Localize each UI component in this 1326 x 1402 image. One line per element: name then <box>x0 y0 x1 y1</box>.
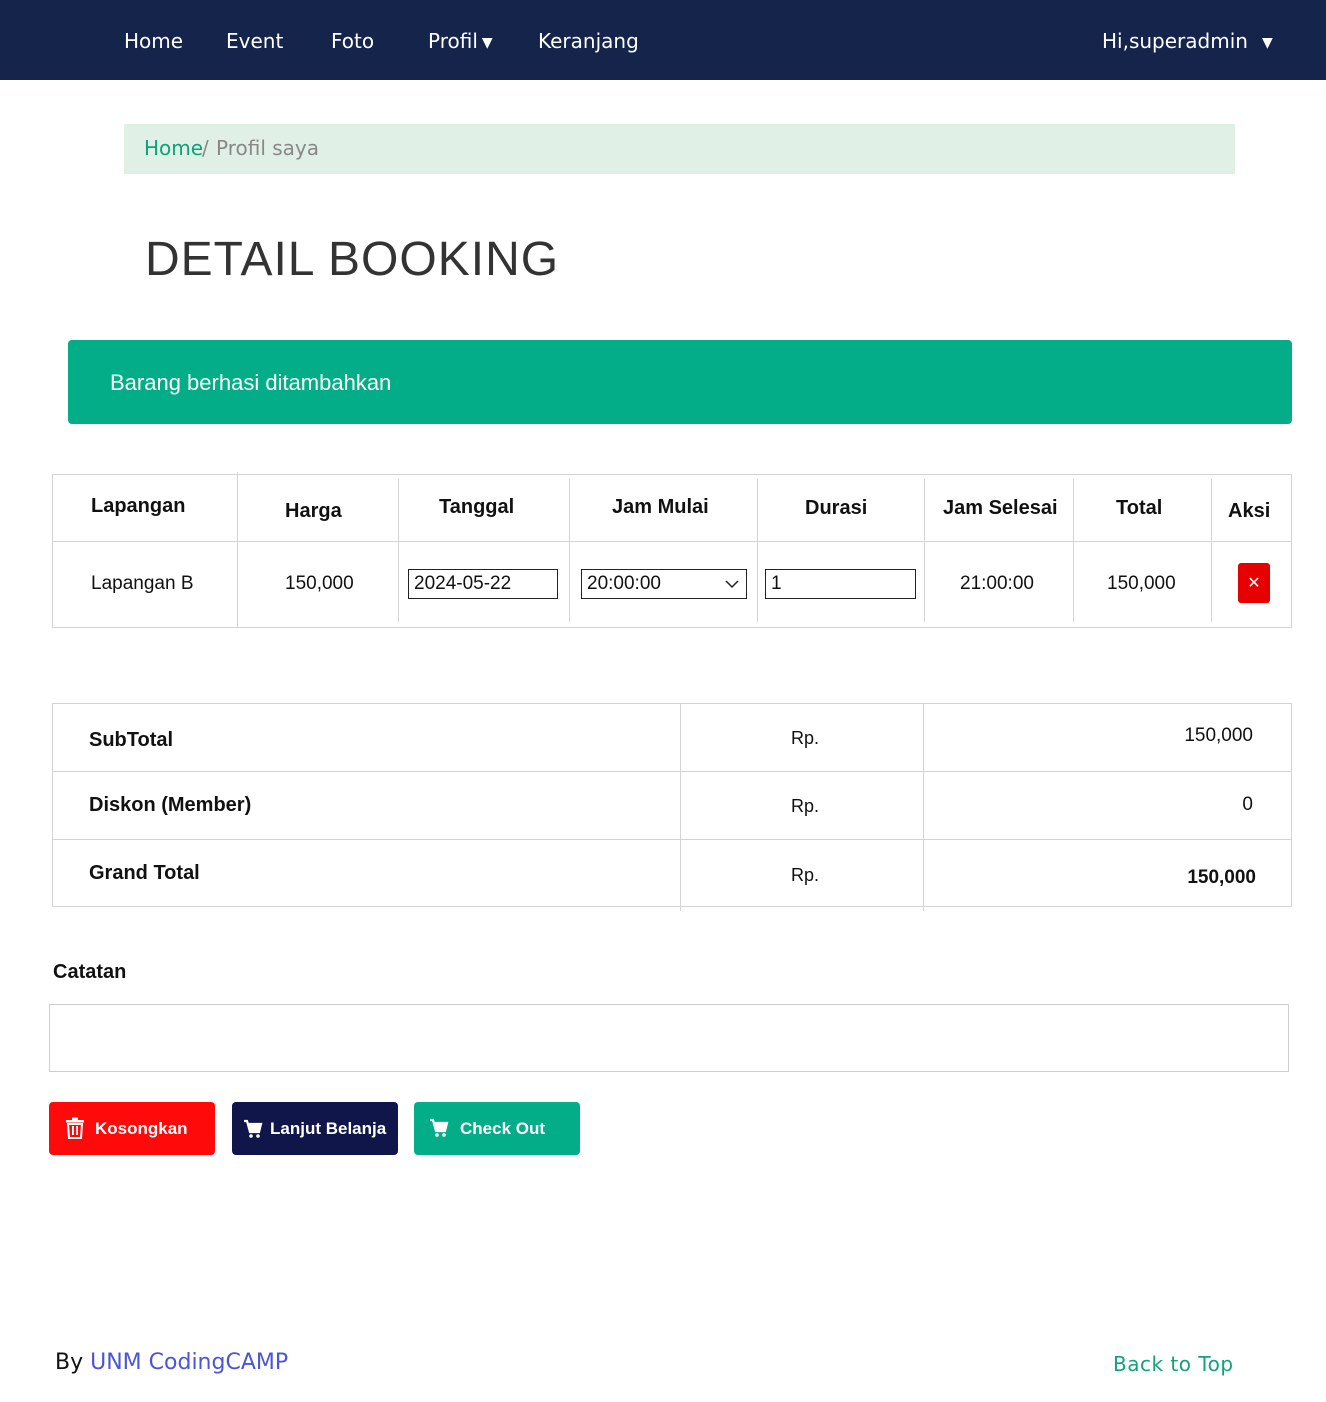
caret-down-icon: ▼ <box>1261 35 1273 51</box>
nav-home[interactable]: Home <box>124 27 183 55</box>
page-title: DETAIL BOOKING <box>145 233 560 286</box>
table-divider <box>924 479 925 622</box>
footer-codingcamp-link[interactable]: UNM CodingCAMP <box>90 1350 288 1375</box>
subtotal-label: SubTotal <box>89 729 174 751</box>
breadcrumb: Home / Profil saya <box>124 124 1235 174</box>
breadcrumb-home-link[interactable]: Home <box>144 136 203 160</box>
user-menu-dropdown[interactable]: Hi,superadmin ▼ <box>1102 27 1273 55</box>
cart-icon <box>244 1119 263 1138</box>
header-tanggal: Tanggal <box>439 496 515 518</box>
table-divider <box>1211 479 1212 622</box>
header-total: Total <box>1116 497 1163 519</box>
success-alert: Barang berhasi ditambahkan <box>68 340 1292 424</box>
subtotal-value: 150,000 <box>1184 725 1253 746</box>
footer-credit: By UNM CodingCAMP <box>55 1350 288 1375</box>
table-divider <box>398 479 399 622</box>
nav-profil-dropdown[interactable]: Profil ▼ <box>428 27 493 55</box>
trash-icon <box>66 1117 84 1139</box>
grand-total-label: Grand Total <box>89 862 200 884</box>
check-out-button[interactable]: Check Out <box>414 1102 580 1155</box>
grand-total-value: 150,000 <box>1187 867 1256 888</box>
tanggal-date-input[interactable]: 2024-05-22 <box>408 569 558 599</box>
durasi-input[interactable]: 1 <box>765 569 916 599</box>
alert-message: Barang berhasi ditambahkan <box>110 370 392 395</box>
subtotal-currency: Rp. <box>791 728 820 748</box>
header-harga: Harga <box>285 500 342 522</box>
kosongkan-button[interactable]: Kosongkan <box>49 1102 215 1155</box>
booking-table: Lapangan Harga Tanggal Jam Mulai Durasi … <box>52 472 1292 628</box>
delete-item-button[interactable]: ✕ <box>1238 563 1270 603</box>
lanjut-belanja-button[interactable]: Lanjut Belanja <box>232 1102 398 1155</box>
table-divider <box>569 479 570 622</box>
cart-icon <box>430 1118 449 1137</box>
header-jam-selesai: Jam Selesai <box>943 497 1058 519</box>
nav-foto[interactable]: Foto <box>331 27 374 55</box>
table-divider <box>53 771 1291 772</box>
user-greeting: Hi,superadmin <box>1102 29 1248 53</box>
jam-mulai-selected-value: 20:00:00 <box>587 573 661 594</box>
table-divider <box>237 472 238 627</box>
header-aksi: Aksi <box>1228 500 1271 522</box>
close-icon: ✕ <box>1247 575 1261 592</box>
header-durasi: Durasi <box>805 497 868 519</box>
grand-total-currency: Rp. <box>791 865 820 885</box>
breadcrumb-separator: / <box>202 136 209 160</box>
check-out-label: Check Out <box>460 1119 546 1138</box>
table-divider <box>923 704 924 911</box>
chevron-down-icon <box>725 580 739 589</box>
notes-label: Catatan <box>53 961 127 983</box>
table-divider <box>757 479 758 622</box>
cell-jam-selesai: 21:00:00 <box>960 573 1034 594</box>
header-jam-mulai: Jam Mulai <box>612 496 709 518</box>
caret-down-icon: ▼ <box>481 35 493 51</box>
header-lapangan: Lapangan <box>91 495 186 517</box>
footer-by-text: By <box>55 1350 84 1375</box>
top-navbar: Home Event Foto Profil ▼ Keranjang Hi,sup… <box>0 0 1326 80</box>
discount-value: 0 <box>1242 794 1253 815</box>
nav-event[interactable]: Event <box>226 27 283 55</box>
nav-keranjang[interactable]: Keranjang <box>538 27 639 55</box>
notes-textarea[interactable] <box>49 1004 1289 1072</box>
nav-profil-label: Profil <box>428 29 478 53</box>
table-divider <box>680 704 681 911</box>
table-divider <box>53 839 1291 840</box>
summary-table: SubTotal Rp. 150,000 Diskon (Member) Rp.… <box>52 703 1292 911</box>
lanjut-belanja-label: Lanjut Belanja <box>270 1119 387 1138</box>
table-divider <box>53 541 1291 542</box>
jam-mulai-select[interactable]: 20:00:00 <box>581 569 747 599</box>
cell-total: 150,000 <box>1107 573 1176 594</box>
discount-currency: Rp. <box>791 796 820 816</box>
back-to-top-link[interactable]: Back to Top <box>1113 1352 1234 1376</box>
table-divider <box>1073 479 1074 622</box>
breadcrumb-current: Profil saya <box>216 136 320 160</box>
cell-lapangan: Lapangan B <box>91 573 194 594</box>
kosongkan-label: Kosongkan <box>95 1119 188 1138</box>
cell-harga: 150,000 <box>285 573 354 594</box>
discount-label: Diskon (Member) <box>89 794 252 816</box>
